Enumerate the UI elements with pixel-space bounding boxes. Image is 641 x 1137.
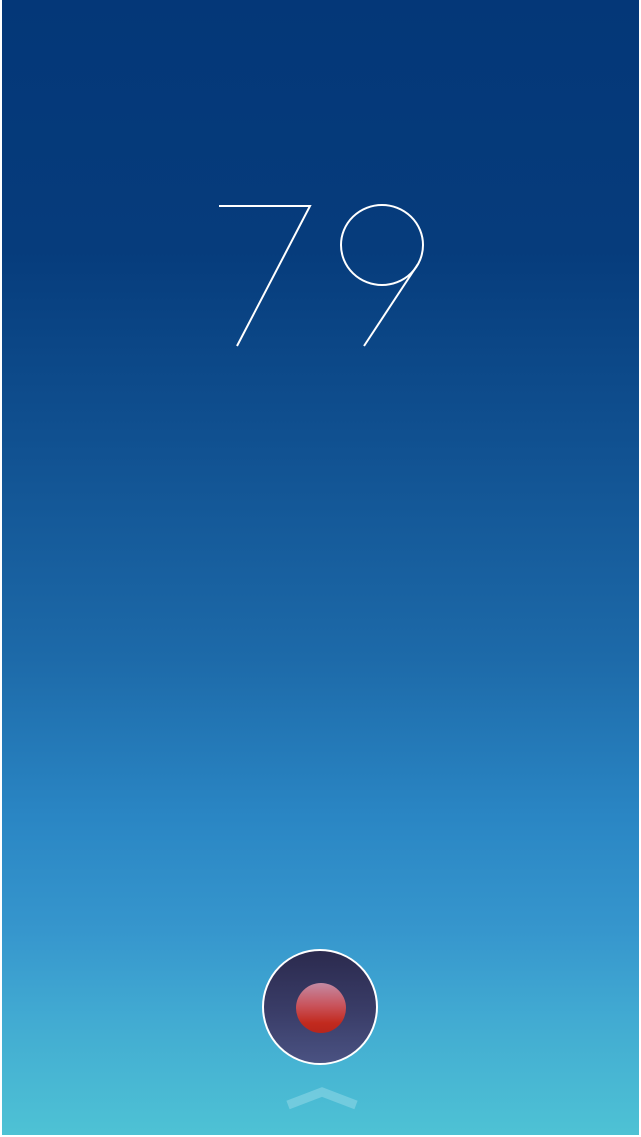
record-button[interactable] (262, 949, 378, 1065)
counter-display: 79 (2, 200, 639, 350)
record-icon (296, 983, 346, 1033)
digit-nine (340, 204, 424, 347)
app-screen: 79 (2, 0, 639, 1135)
counter-digits (219, 204, 424, 347)
swipe-up-handle[interactable] (285, 1083, 359, 1115)
chevron-up-icon (286, 1087, 358, 1110)
digit-seven (219, 205, 312, 347)
